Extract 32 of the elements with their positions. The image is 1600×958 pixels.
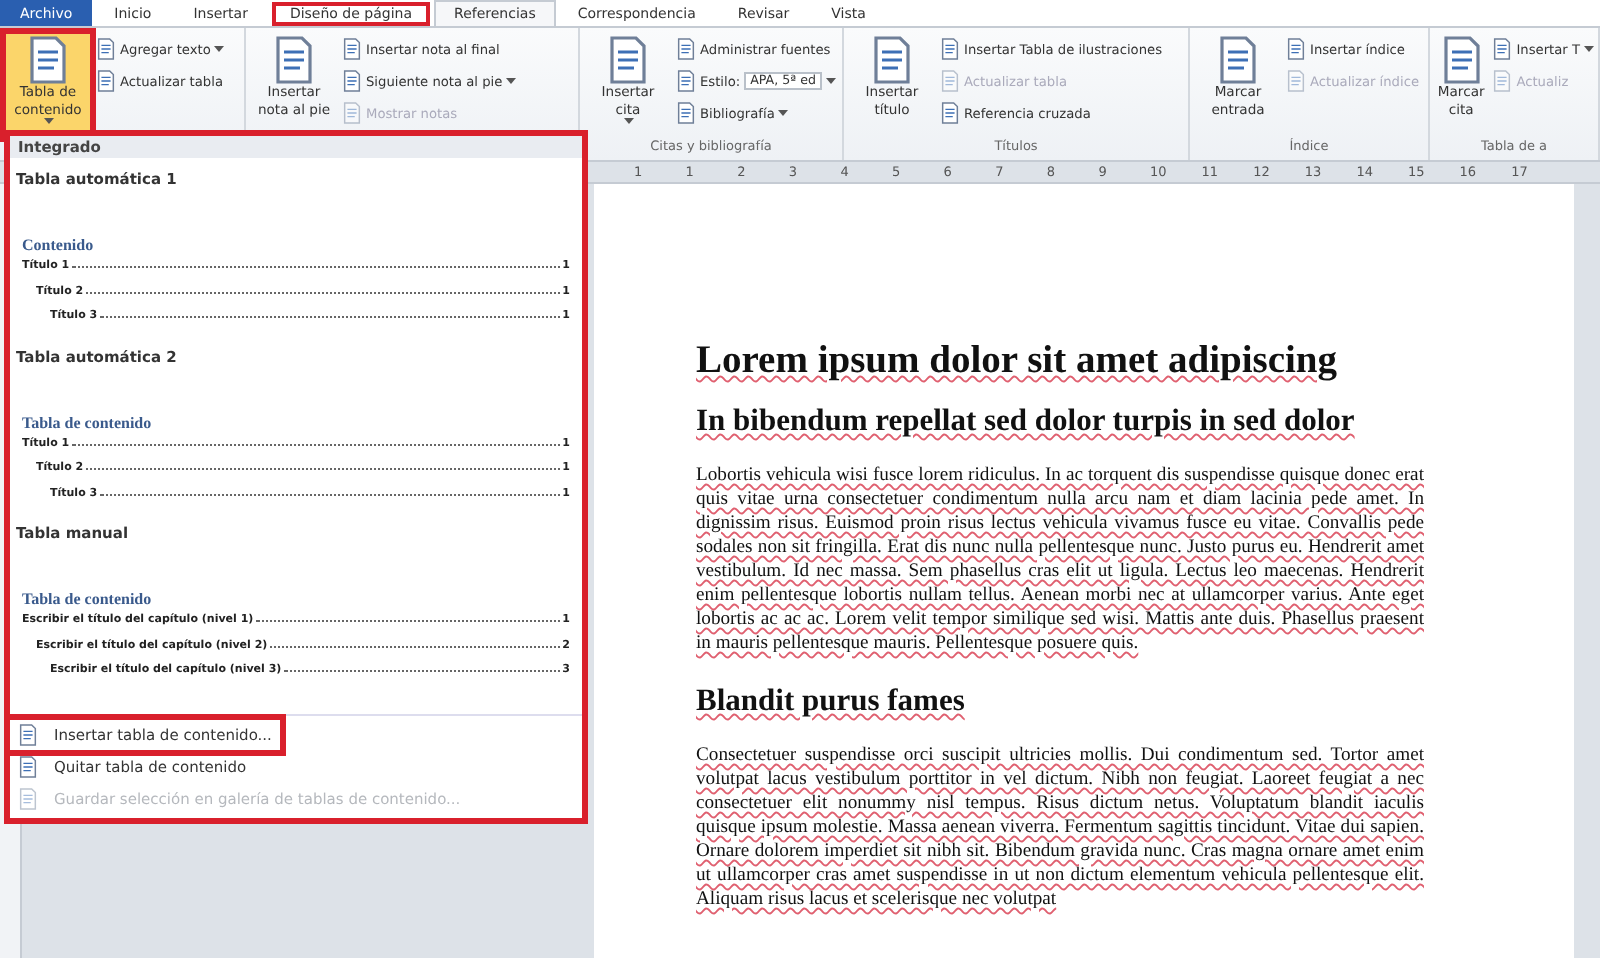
document-icon [608, 36, 648, 84]
document-title: Lorem ipsum dolor sit amet adipiscing [696, 340, 1340, 384]
document-heading: In bibendum repellat sed dolor turpis in sed dolor [696, 404, 1357, 440]
document-icon [1492, 70, 1513, 92]
document-icon [342, 38, 362, 60]
document-icon [1218, 36, 1258, 84]
document-icon [18, 724, 38, 746]
document-icon [18, 788, 38, 810]
document-icon [28, 36, 68, 84]
document-icon [1286, 38, 1306, 60]
document-icon [1441, 36, 1482, 84]
document-icon [872, 36, 912, 84]
toc-preview-heading: Contenido [20, 234, 96, 258]
document-icon [940, 70, 960, 92]
toc-preview-heading: Tabla de contenido [20, 411, 154, 435]
toc-preview-heading: Tabla de contenido [20, 588, 154, 612]
document-icon [18, 756, 38, 778]
document-icon [96, 38, 116, 60]
document-icon [342, 70, 362, 92]
document-paragraph: Lobortis vehicula wisi fusce lorem ridiculus. In ac torquent dis suspendisse quisque donec erat quis vitae urna consectetuer condimentum nulla arcu nam et diam lacinia pede amet. In dignissim risus. Euismod proin risus lectus vehicula vivamus fusce eu vitae. Convallis pede sodales non sit fringilla. Erat dis nunc nulla pellentesque nunc. Justo purus eu. Hendrerit amet vestibulum. Id nec massa. Sem phasellus cras elit ut ligula. Lectus leo maecenas. Hendrerit enim pellentesque lobortis nullam tellus. Aenean morbi nec at ullamcorper varius. Ante eget lobortis ac ac ac. Lorem velit tempor similique sed wisi. Mattis ante duis. Phasellus praesent in mauris pellentesque mauris. Pellentesque posuere quis. [696, 464, 1424, 656]
document-icon [676, 38, 696, 60]
document-icon [940, 38, 960, 60]
document-heading: Blandit purus fames [696, 684, 967, 720]
document-icon [1492, 38, 1513, 60]
document-icon [342, 102, 362, 124]
document-icon [676, 70, 696, 92]
document-icon [940, 102, 960, 124]
document-icon [1286, 70, 1306, 92]
document-paragraph: Consectetuer suspendisse orci suscipit ultricies mollis. Dui condimentum sed. Tortor amet volutpat lacus vestibulum porttitor in vel dictum. Nibh non feugiat. Laoreet feugiat a nec consectetuer elit nonummy nisl tempus. Risus dictum netus. Voluptatum blandit iaculis quisque ipsum molestie. Massa aenean viverra. Fermentum sagittis tincidunt. Vitae dui sapien. Ornare dolorem imperdiet sit nibh sit. Bibendum gravida nunc. Cras magna ornare amet enim ut ullamcorper cras amet suspendisse in ut non dictum elementum vehicula pellentesque elit. Aliquam risus lacus et scelerisque nec volutpat [696, 744, 1424, 912]
document-icon [274, 36, 314, 84]
document-icon [676, 102, 696, 124]
document-icon [96, 70, 116, 92]
